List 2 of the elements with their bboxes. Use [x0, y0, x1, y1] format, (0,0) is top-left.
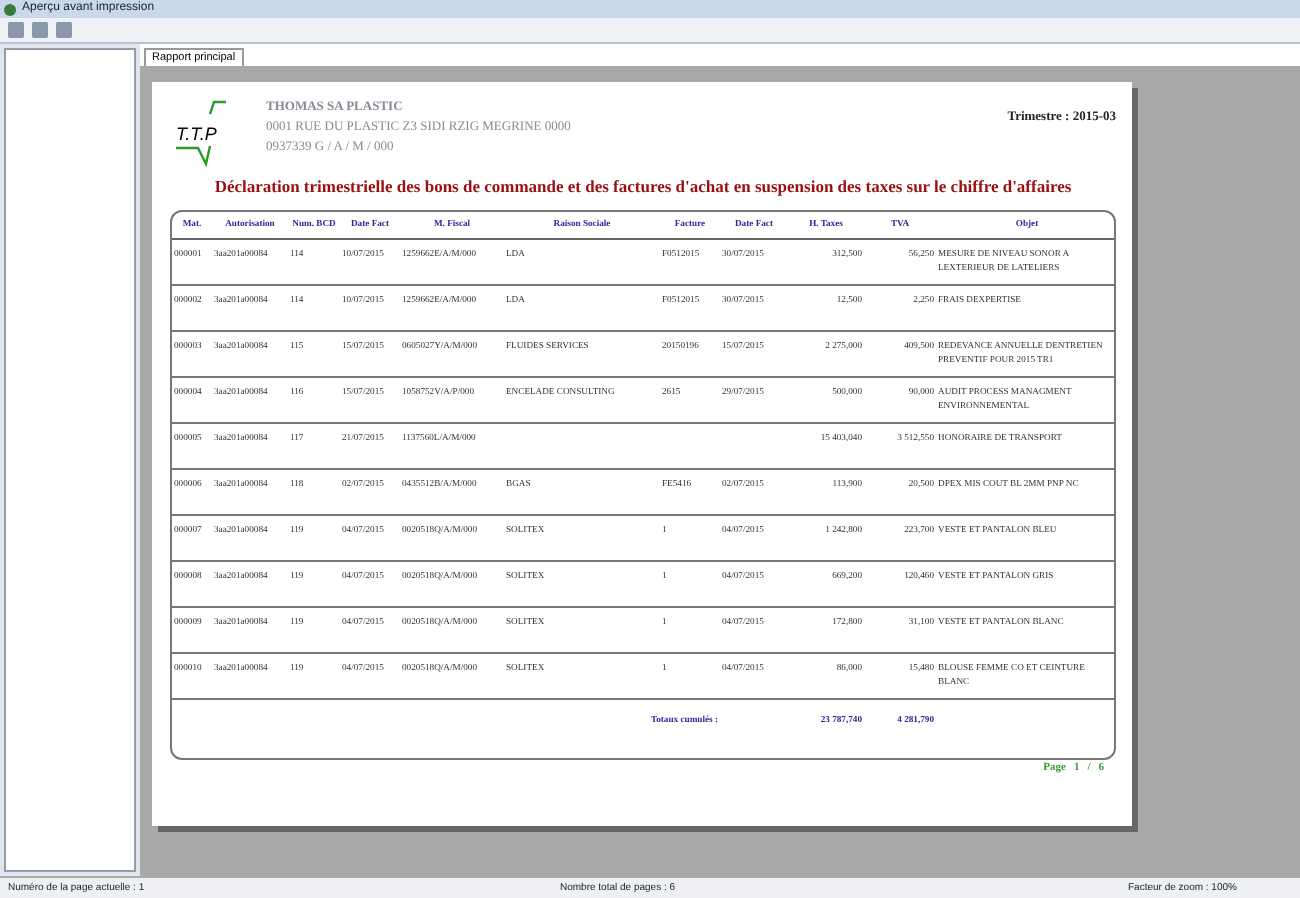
report-title: Déclaration trimestrielle des bons de commande et des factures d'achat en suspension des taxes sur le chiffre d'affaires — [212, 174, 1074, 200]
company-logo: T.T.P — [170, 98, 250, 170]
